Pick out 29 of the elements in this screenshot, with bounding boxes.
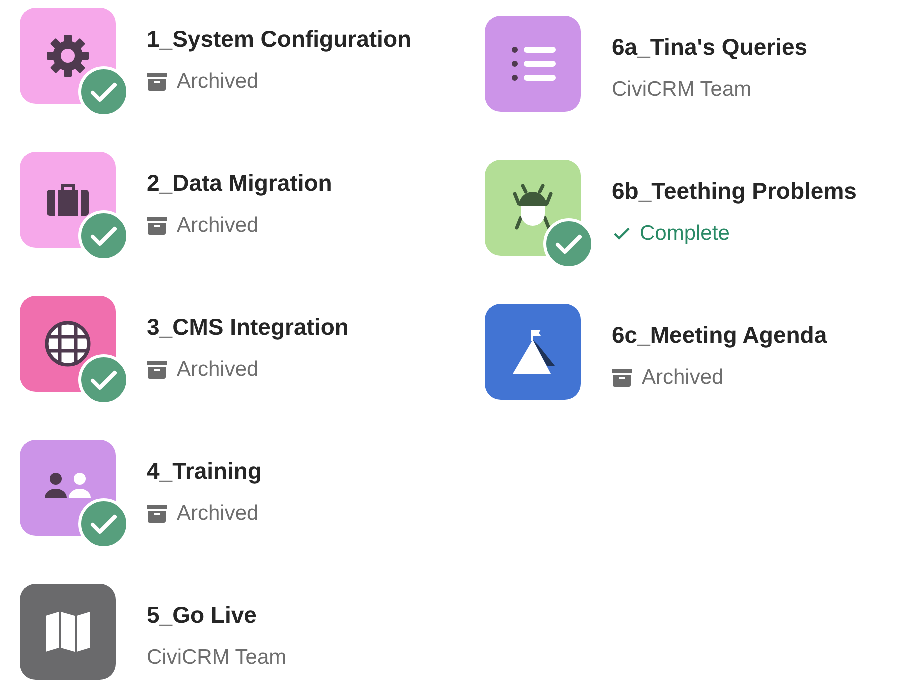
status-label: Archived [177, 501, 259, 527]
project-title[interactable]: 6a_Tina's Queries [612, 33, 808, 61]
project-title[interactable]: 6c_Meeting Agenda [612, 321, 828, 349]
project-title[interactable]: 3_CMS Integration [147, 313, 349, 341]
archive-icon [147, 504, 167, 524]
archive-icon [147, 72, 167, 92]
project-tile[interactable] [20, 296, 128, 404]
project-title[interactable]: 4_Training [147, 457, 262, 485]
status-label: Archived [177, 69, 259, 95]
status-label: CiviCRM Team [612, 77, 752, 103]
status-label: Complete [640, 221, 730, 247]
globe-icon [44, 320, 92, 368]
archive-icon [147, 216, 167, 236]
project-tile[interactable] [20, 8, 128, 116]
status-label: Archived [177, 213, 259, 239]
project-tile[interactable] [20, 152, 128, 260]
project-title[interactable]: 6b_Teething Problems [612, 177, 857, 205]
status-label: Archived [177, 357, 259, 383]
project-title[interactable]: 1_System Configuration [147, 25, 412, 53]
checkmark-icon [612, 225, 632, 243]
project-tile[interactable] [20, 440, 128, 548]
archive-icon [147, 360, 167, 380]
gear-icon [44, 32, 92, 80]
status-label: CiviCRM Team [147, 645, 287, 671]
project-title[interactable]: 2_Data Migration [147, 169, 332, 197]
project-title[interactable]: 5_Go Live [147, 601, 287, 629]
project-tile[interactable] [485, 160, 593, 268]
archive-icon [612, 368, 632, 388]
status-label: Archived [642, 365, 724, 391]
